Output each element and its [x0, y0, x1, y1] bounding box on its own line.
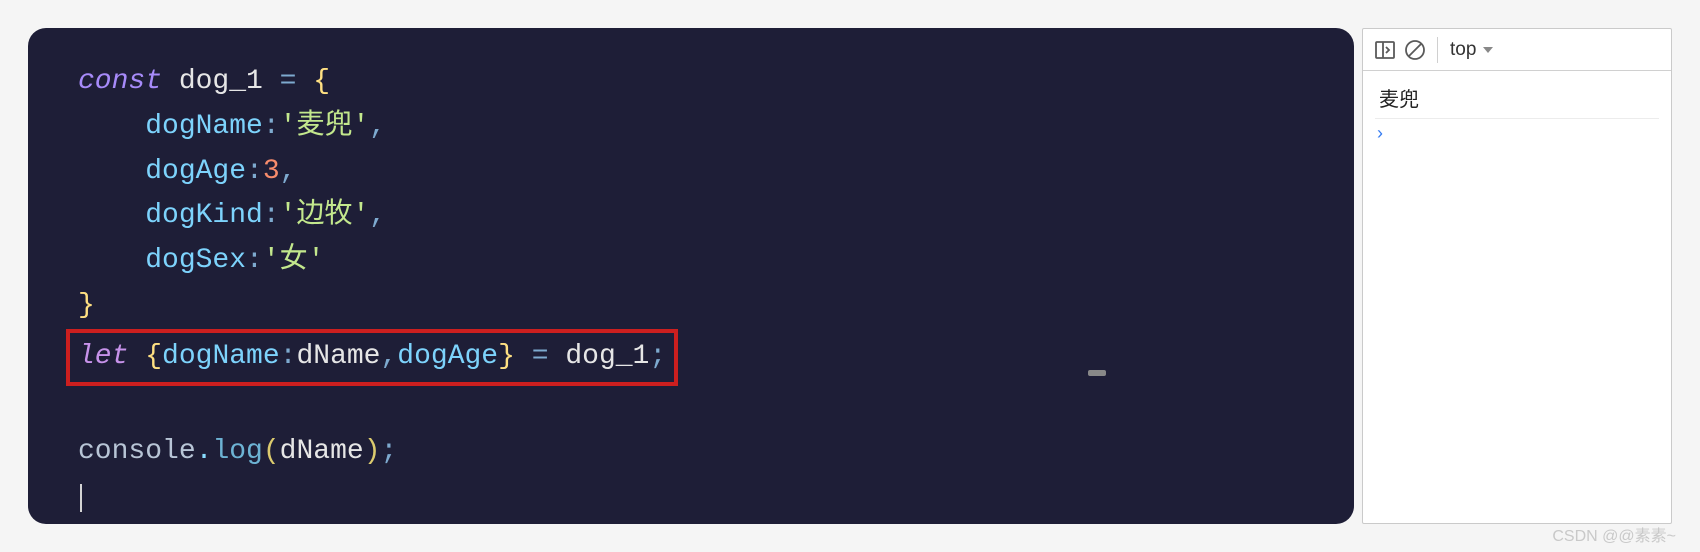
- toggle-panel-icon[interactable]: [1371, 36, 1399, 64]
- console-log-line: 麦兜: [1375, 77, 1659, 119]
- clear-console-icon[interactable]: [1401, 36, 1429, 64]
- code-editor[interactable]: const dog_1 = { dogName:'麦兜', dogAge:3, …: [28, 28, 1354, 524]
- chevron-down-icon: [1482, 45, 1494, 55]
- devtools-toolbar: top: [1363, 29, 1671, 71]
- context-label: top: [1450, 39, 1476, 61]
- context-selector[interactable]: top: [1446, 37, 1498, 63]
- watermark-text: CSDN @@素素~: [1552, 522, 1676, 546]
- highlight-box: let {dogName:dName,dogAge} = dog_1;: [66, 329, 678, 386]
- console-output[interactable]: 麦兜 ›: [1363, 71, 1671, 523]
- code-line: }: [78, 284, 1304, 329]
- scrubber-handle[interactable]: [1088, 370, 1106, 376]
- code-line: dogAge:3,: [78, 150, 1304, 195]
- code-line: const dog_1 = {: [78, 60, 1304, 105]
- code-line-highlighted: let {dogName:dName,dogAge} = dog_1;: [78, 329, 1304, 386]
- console-prompt-icon[interactable]: ›: [1375, 119, 1659, 148]
- toolbar-divider: [1437, 37, 1438, 63]
- code-line-cursor: [78, 475, 1304, 520]
- cursor-icon: [80, 484, 82, 512]
- code-line: console.log(dName);: [78, 430, 1304, 475]
- code-line: dogName:'麦兜',: [78, 105, 1304, 150]
- code-line: dogSex:'女': [78, 239, 1304, 284]
- devtools-panel: top 麦兜 ›: [1362, 28, 1672, 524]
- code-line: dogKind:'边牧',: [78, 194, 1304, 239]
- code-line-empty: [78, 386, 1304, 431]
